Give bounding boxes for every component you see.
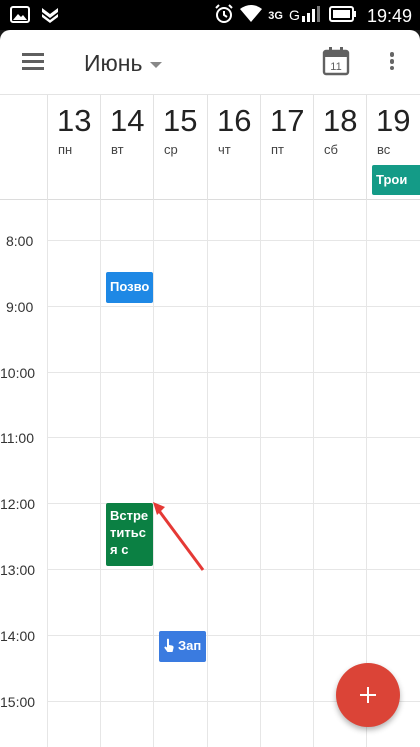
day-number: 17 xyxy=(270,103,305,138)
day-name: ср xyxy=(164,142,178,157)
week-day-header: 13 пн 14 вт 15 ср 16 чт 17 пт 18 сб 19 в… xyxy=(0,94,420,200)
hour-line xyxy=(48,306,420,307)
hour-label: 12:00 xyxy=(0,496,36,512)
hour-label: 8:00 xyxy=(6,233,34,249)
event-chip[interactable]: Зап xyxy=(159,631,206,662)
hour-label: 10:00 xyxy=(0,365,36,381)
day-name: пт xyxy=(271,142,284,157)
status-time: 19:49 xyxy=(366,5,412,26)
hour-label: 14:00 xyxy=(0,628,36,644)
grid-divider xyxy=(100,200,101,747)
today-icon-day: 11 xyxy=(330,61,341,73)
all-day-event[interactable]: Трои xyxy=(372,165,420,195)
hour-line xyxy=(48,569,420,570)
day-name: пн xyxy=(58,142,73,157)
hour-line xyxy=(48,503,420,504)
wifi-icon xyxy=(240,5,263,27)
network-type: 3G xyxy=(268,10,283,22)
hour-line xyxy=(48,437,420,438)
signal-icon: G xyxy=(289,5,323,27)
hour-line xyxy=(48,240,420,241)
caret-down-icon xyxy=(150,61,163,68)
day-column-header[interactable]: 17 пт xyxy=(260,95,313,200)
grid-divider xyxy=(153,200,154,747)
day-number: 19 xyxy=(376,103,411,138)
add-event-button[interactable] xyxy=(336,663,400,727)
grid-divider xyxy=(207,200,208,747)
calendar-today-icon: 11 xyxy=(322,47,350,76)
day-name: вс xyxy=(377,142,391,157)
event-title: Зап xyxy=(178,638,202,653)
alarm-icon xyxy=(214,4,234,28)
grid-divider xyxy=(47,200,48,747)
status-bar: 3G G 19:49 xyxy=(0,0,420,30)
hour-label: 11:00 xyxy=(0,430,34,446)
day-number: 14 xyxy=(110,103,145,138)
day-number: 15 xyxy=(163,103,198,138)
day-number: 16 xyxy=(217,103,252,138)
battery-icon xyxy=(328,6,357,26)
event-chip[interactable]: Позво xyxy=(106,272,153,303)
hour-line xyxy=(48,372,420,373)
day-name: вт xyxy=(111,142,124,157)
hour-label: 15:00 xyxy=(0,694,36,710)
day-column-header[interactable]: 14 вт xyxy=(100,95,153,200)
touch-icon xyxy=(164,638,174,652)
more-options-icon[interactable] xyxy=(382,50,402,76)
annotation-arrow xyxy=(153,502,205,571)
svg-text:G: G xyxy=(289,7,300,23)
notification-icon xyxy=(40,6,60,28)
month-title: Июнь xyxy=(84,50,143,76)
month-selector[interactable]: Июнь xyxy=(84,50,163,77)
day-number: 18 xyxy=(323,103,358,138)
today-button[interactable]: 11 xyxy=(322,46,350,76)
calendar-app: Июнь 11 13 пн 14 вт 15 ср 16 чт 17 пт 18… xyxy=(0,30,420,747)
grid-divider xyxy=(260,200,261,747)
day-number: 13 xyxy=(57,103,92,138)
menu-icon[interactable] xyxy=(20,51,46,73)
hour-label: 9:00 xyxy=(6,299,34,315)
day-column-header[interactable]: 15 ср xyxy=(153,95,206,200)
image-icon xyxy=(10,6,30,28)
day-column-header[interactable]: 18 сб xyxy=(313,95,366,200)
day-column-header[interactable]: 16 чт xyxy=(207,95,260,200)
day-name: чт xyxy=(218,142,231,157)
day-column-header[interactable]: 13 пн xyxy=(47,95,100,200)
day-name: сб xyxy=(324,142,338,157)
grid-divider xyxy=(313,200,314,747)
hour-line xyxy=(48,635,420,636)
toolbar: Июнь 11 xyxy=(0,30,420,94)
hour-label: 13:00 xyxy=(0,562,36,578)
